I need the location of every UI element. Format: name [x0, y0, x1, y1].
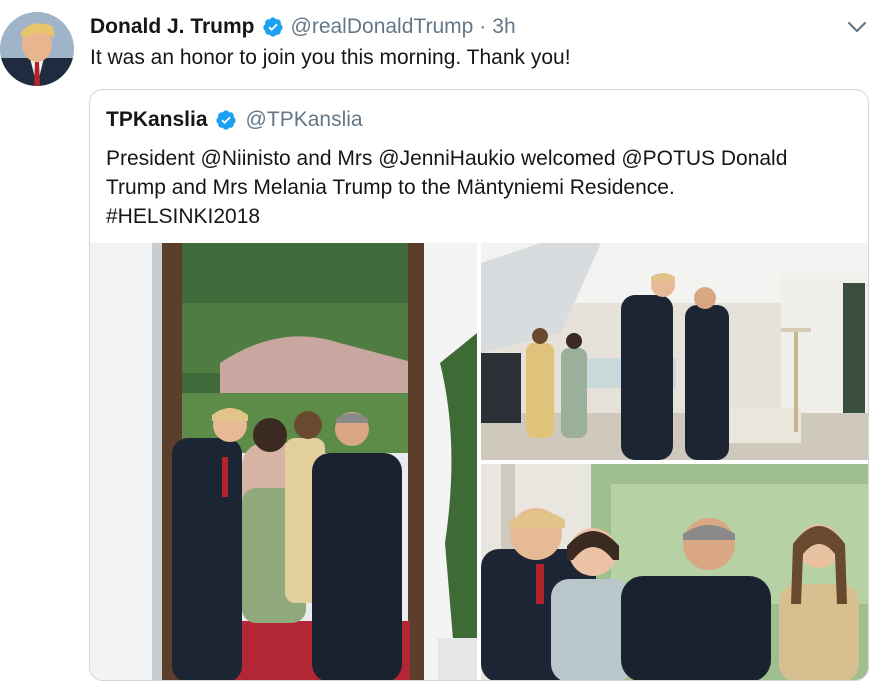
- quoted-display-name[interactable]: TPKanslia: [106, 108, 208, 132]
- timestamp[interactable]: 3h: [492, 15, 515, 39]
- photo-grid: [90, 243, 868, 680]
- quoted-text-line: President @Niinisto and Mrs @JenniHaukio…: [106, 147, 788, 170]
- separator-dot: ·: [479, 15, 487, 38]
- tweet-text: It was an honor to join you this morning…: [90, 46, 571, 69]
- tweet-header: Donald J. Trump @realDonaldTrump · 3h: [90, 12, 880, 42]
- quoted-tweet[interactable]: TPKanslia @TPKanslia President @Niinisto…: [89, 89, 869, 681]
- chevron-down-icon[interactable]: [844, 14, 870, 40]
- quoted-tweet-text: President @Niinisto and Mrs @JenniHaukio…: [106, 144, 856, 231]
- conversation-photo[interactable]: [481, 464, 868, 680]
- avatar[interactable]: [0, 12, 74, 86]
- verified-badge-icon: [262, 16, 284, 38]
- hallway-walk-photo[interactable]: [481, 243, 868, 460]
- quoted-text-line[interactable]: #HELSINKI2018: [106, 202, 856, 231]
- quoted-text-line: Trump and Mrs Melania Trump to the Mänty…: [106, 176, 675, 199]
- verified-badge-icon: [215, 109, 237, 131]
- doorway-greeting-photo[interactable]: [90, 243, 477, 680]
- quoted-tweet-header: TPKanslia @TPKanslia: [106, 106, 363, 134]
- user-handle[interactable]: @realDonaldTrump: [291, 15, 474, 39]
- quoted-user-handle[interactable]: @TPKanslia: [246, 108, 363, 132]
- display-name[interactable]: Donald J. Trump: [90, 15, 255, 39]
